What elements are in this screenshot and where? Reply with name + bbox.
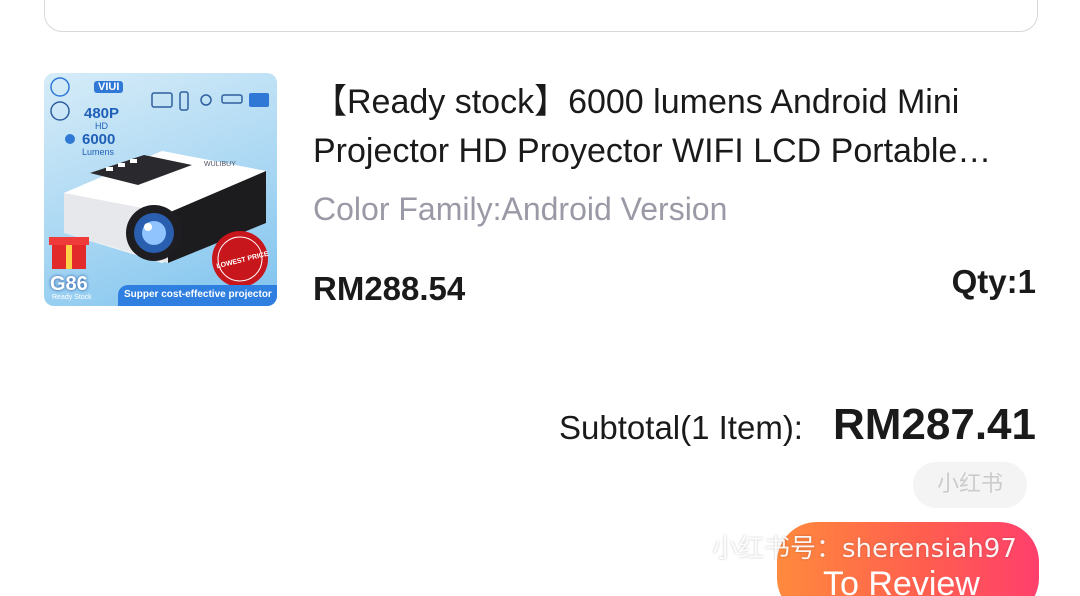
previous-card xyxy=(44,0,1038,32)
thumb-resolution-sub: HD xyxy=(95,121,108,131)
subtotal-label: Subtotal(1 Item): xyxy=(559,409,803,446)
projector-illustration xyxy=(49,77,269,287)
thumb-model-sub: Ready Stock xyxy=(52,294,92,301)
thumb-viui-label: VIUI xyxy=(94,81,124,93)
thumb-brand: WULIBUY xyxy=(204,161,236,168)
product-title[interactable]: 【Ready stock】6000 lumens Android Mini Pr… xyxy=(313,78,1013,176)
product-price: RM288.54 xyxy=(313,270,466,307)
thumb-lumens-sub: Lumens xyxy=(82,147,115,157)
product-image[interactable]: VIUI 480P HD 6000 Lumens WULIBUY Supper … xyxy=(44,73,277,306)
thumb-model: G86 xyxy=(50,273,88,295)
order-detail-page: VIUI 480P HD 6000 Lumens WULIBUY Supper … xyxy=(0,0,1080,596)
subtotal-value: RM287.41 xyxy=(832,400,1036,449)
subtotal-row: Subtotal(1 Item): RM287.41 xyxy=(559,400,1036,450)
watermark-handle: 小红书号：sherensiah97 xyxy=(712,534,1017,564)
product-variant: Color Family:Android Version xyxy=(313,191,728,227)
thumb-resolution: 480P xyxy=(84,105,120,122)
watermark-logo: 小红书 xyxy=(913,462,1027,508)
thumb-bottom-text: Supper cost-effective projector xyxy=(124,289,272,300)
thumb-lumens: 6000 xyxy=(82,131,116,148)
product-quantity: Qty:1 xyxy=(951,263,1036,300)
